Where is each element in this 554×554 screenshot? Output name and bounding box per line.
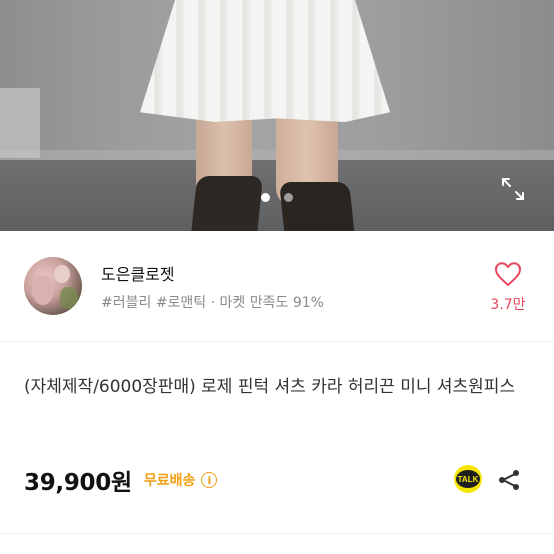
- like-count: 3.7만: [490, 297, 526, 313]
- seller-section: 도은클로젯 #러블리 #로맨틱 · 마켓 만족도 91% 3.7만: [0, 231, 554, 342]
- product-price: 39,900원: [24, 470, 132, 496]
- product-image-carousel[interactable]: [0, 0, 554, 231]
- seller-tags: #러블리 #로맨틱 · 마켓 만족도 91%: [101, 295, 324, 311]
- divider: [0, 533, 554, 534]
- price-row: 39,900원 무료배송 i: [24, 462, 218, 498]
- share-icon[interactable]: [497, 468, 521, 492]
- talk-label: TALK: [458, 475, 479, 484]
- product-page: 도은클로젯 #러블리 #로맨틱 · 마켓 만족도 91% 3.7만 (자체제작/…: [0, 0, 554, 554]
- product-title: (자체제작/6000장판매) 로제 핀턱 셔츠 카라 허리끈 미니 셔츠원피스: [24, 377, 516, 397]
- info-icon[interactable]: i: [201, 472, 218, 488]
- carousel-dot[interactable]: [284, 193, 293, 202]
- expand-icon[interactable]: [500, 176, 526, 202]
- seller-name[interactable]: 도은클로젯: [101, 261, 175, 285]
- talk-icon[interactable]: TALK: [452, 464, 484, 496]
- seller-avatar[interactable]: [24, 257, 82, 315]
- carousel-indicator: [0, 193, 554, 202]
- carousel-dot-active[interactable]: [261, 193, 270, 202]
- photo-skirt: [140, 0, 390, 122]
- free-shipping-label: 무료배송: [143, 473, 196, 489]
- heart-icon[interactable]: [494, 261, 522, 287]
